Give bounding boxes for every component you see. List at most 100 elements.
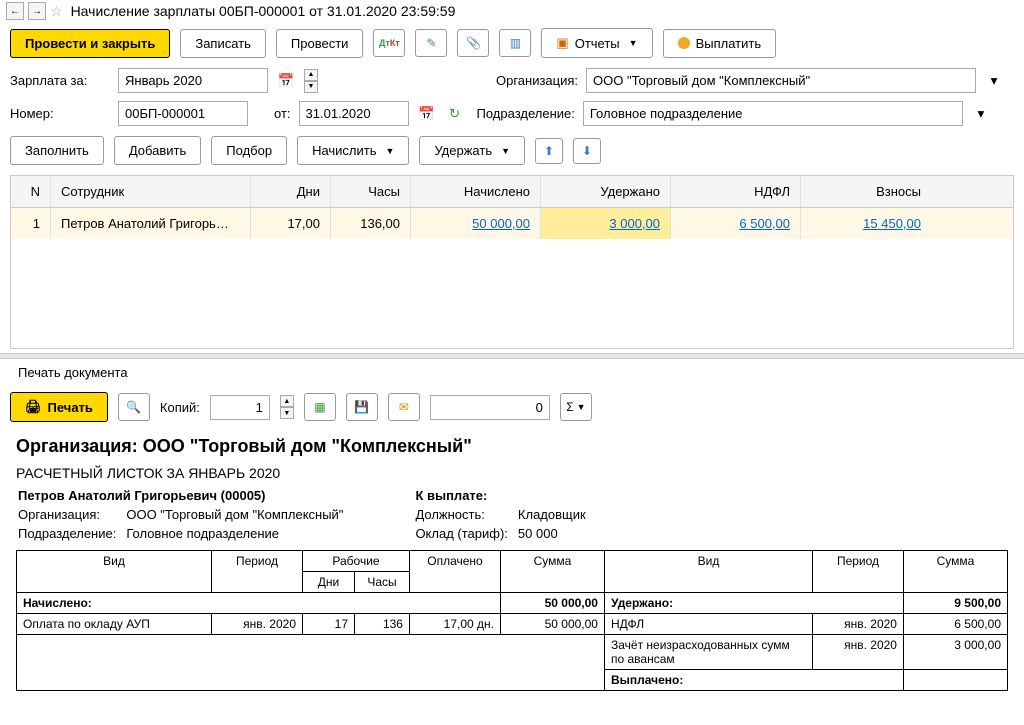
print-section-title: Печать документа (0, 359, 1024, 386)
doc-org: ООО "Торговый дом "Комплексный" (126, 506, 351, 523)
window-title: Начисление зарплаты 00БП-000001 от 31.01… (71, 3, 456, 19)
favorite-icon[interactable]: ☆ (50, 3, 63, 20)
cell-accrued[interactable]: 50 000,00 (472, 216, 530, 231)
attach-icon[interactable]: 📎 (457, 29, 489, 57)
pick-button[interactable]: Подбор (211, 136, 287, 165)
post-and-close-button[interactable]: Провести и закрыть (10, 29, 170, 58)
coin-icon (678, 37, 690, 49)
date-input[interactable] (299, 101, 409, 126)
post-button[interactable]: Провести (276, 29, 364, 58)
col-header-days[interactable]: Дни (251, 176, 331, 207)
l-row-sum: 50 000,00 (500, 614, 604, 635)
doc-employee: Петров Анатолий Григорьевич (00005) (18, 487, 351, 504)
accrued-total: 50 000,00 (500, 593, 604, 614)
org-dropdown-button[interactable]: ▾ (984, 69, 1004, 93)
payslip-table: Вид Период Рабочие Оплачено Сумма Вид Пе… (16, 550, 1008, 691)
dept-label: Подразделение: (477, 106, 575, 121)
period-spinner[interactable]: ▲▼ (304, 69, 318, 93)
cell-hours: 136,00 (331, 208, 411, 239)
org-input[interactable] (586, 68, 976, 93)
r-row1-period: янв. 2020 (812, 635, 903, 670)
print-button[interactable]: 🖨Печать (10, 392, 108, 422)
reports-button[interactable]: ▣Отчеты▼ (541, 28, 652, 58)
accrue-button[interactable]: Начислить▼ (297, 136, 409, 165)
doc-pos: Кладовщик (518, 506, 594, 523)
doc-org-title: Организация: ООО "Торговый дом "Комплекс… (16, 436, 1008, 457)
reports-label: Отчеты (575, 36, 620, 51)
employee-grid: N Сотрудник Дни Часы Начислено Удержано … (10, 175, 1014, 349)
th-type-l: Вид (17, 551, 212, 593)
copies-spinner[interactable]: ▲▼ (280, 395, 294, 419)
r-row1-type: Зачёт неизрасходованных сумм по авансам (604, 635, 812, 670)
doc-to-pay-label: К выплате: (415, 487, 593, 504)
round-icon[interactable]: ↻ (445, 102, 465, 126)
th-sum-l: Сумма (500, 551, 604, 593)
th-hours: Часы (355, 572, 410, 593)
edit-icon[interactable]: ✎ (415, 29, 447, 57)
withhold-button[interactable]: Удержать▼ (419, 136, 525, 165)
cell-days: 17,00 (251, 208, 331, 239)
pay-button[interactable]: Выплатить (663, 29, 777, 58)
th-work: Рабочие (303, 551, 410, 572)
col-header-ndfl[interactable]: НДФЛ (671, 176, 801, 207)
l-row-type: Оплата по окладу АУП (17, 614, 212, 635)
col-header-contrib[interactable]: Взносы (801, 176, 931, 207)
sum-input[interactable] (430, 395, 550, 420)
th-sum-r: Сумма (903, 551, 1007, 593)
doc-pos-label: Должность: (415, 506, 515, 523)
copies-label: Копий: (160, 400, 200, 415)
chevron-down-icon: ▼ (629, 38, 638, 48)
paid-empty (903, 670, 1007, 691)
nav-back-button[interactable]: ← (6, 2, 24, 20)
dept-input[interactable] (583, 101, 963, 126)
grid-icon[interactable]: ▦ (304, 393, 336, 421)
l-row-days: 17 (303, 614, 355, 635)
r-row0-period: янв. 2020 (812, 614, 903, 635)
l-row-paid: 17,00 дн. (409, 614, 500, 635)
sigma-button[interactable]: Σ▼ (560, 393, 592, 421)
col-header-hours[interactable]: Часы (331, 176, 411, 207)
structure-icon[interactable]: ▥ (499, 29, 531, 57)
org-label: Организация: (496, 73, 578, 88)
withheld-total: 9 500,00 (903, 593, 1007, 614)
pay-label: Выплатить (696, 36, 762, 51)
fill-button[interactable]: Заполнить (10, 136, 104, 165)
save-disk-icon[interactable]: 💾 (346, 393, 378, 421)
move-up-button[interactable]: ⬆ (535, 138, 563, 164)
chevron-down-icon: ▼ (386, 146, 395, 156)
number-input[interactable] (118, 101, 248, 126)
col-header-withheld[interactable]: Удержано (541, 176, 671, 207)
accrued-label: Начислено: (17, 593, 501, 614)
doc-dept: Головное подразделение (126, 525, 351, 542)
preview-icon[interactable]: 🔍 (118, 393, 150, 421)
print-label: Печать (48, 400, 93, 415)
cell-contrib[interactable]: 15 450,00 (863, 216, 921, 231)
r-row0-sum: 6 500,00 (903, 614, 1007, 635)
empty-left (17, 635, 605, 691)
mail-icon[interactable]: ✉ (388, 393, 420, 421)
doc-salary-label: Оклад (тариф): (415, 525, 515, 542)
date-calendar-icon[interactable]: 📅 (417, 102, 437, 126)
salary-for-input[interactable] (118, 68, 268, 93)
withhold-label: Удержать (434, 143, 492, 158)
doc-slip-title: РАСЧЕТНЫЙ ЛИСТОК ЗА ЯНВАРЬ 2020 (16, 465, 1008, 481)
dept-dropdown-button[interactable]: ▾ (971, 102, 991, 126)
cell-withheld[interactable]: 3 000,00 (609, 216, 660, 231)
l-row-period: янв. 2020 (212, 614, 303, 635)
cell-emp: Петров Анатолий Григорь… (51, 208, 251, 239)
dtkt-icon[interactable]: ДтКт (373, 29, 405, 57)
cell-n: 1 (11, 208, 51, 239)
col-header-accrued[interactable]: Начислено (411, 176, 541, 207)
cell-ndfl[interactable]: 6 500,00 (739, 216, 790, 231)
table-row[interactable]: 1 Петров Анатолий Григорь… 17,00 136,00 … (11, 208, 1013, 239)
move-down-button[interactable]: ⬇ (573, 138, 601, 164)
calendar-icon[interactable]: 📅 (276, 69, 296, 93)
add-button[interactable]: Добавить (114, 136, 201, 165)
col-header-n[interactable]: N (11, 176, 51, 207)
date-label: от: (274, 106, 291, 121)
save-button[interactable]: Записать (180, 29, 266, 58)
number-label: Номер: (10, 106, 110, 121)
copies-input[interactable] (210, 395, 270, 420)
col-header-emp[interactable]: Сотрудник (51, 176, 251, 207)
nav-forward-button[interactable]: → (28, 2, 46, 20)
